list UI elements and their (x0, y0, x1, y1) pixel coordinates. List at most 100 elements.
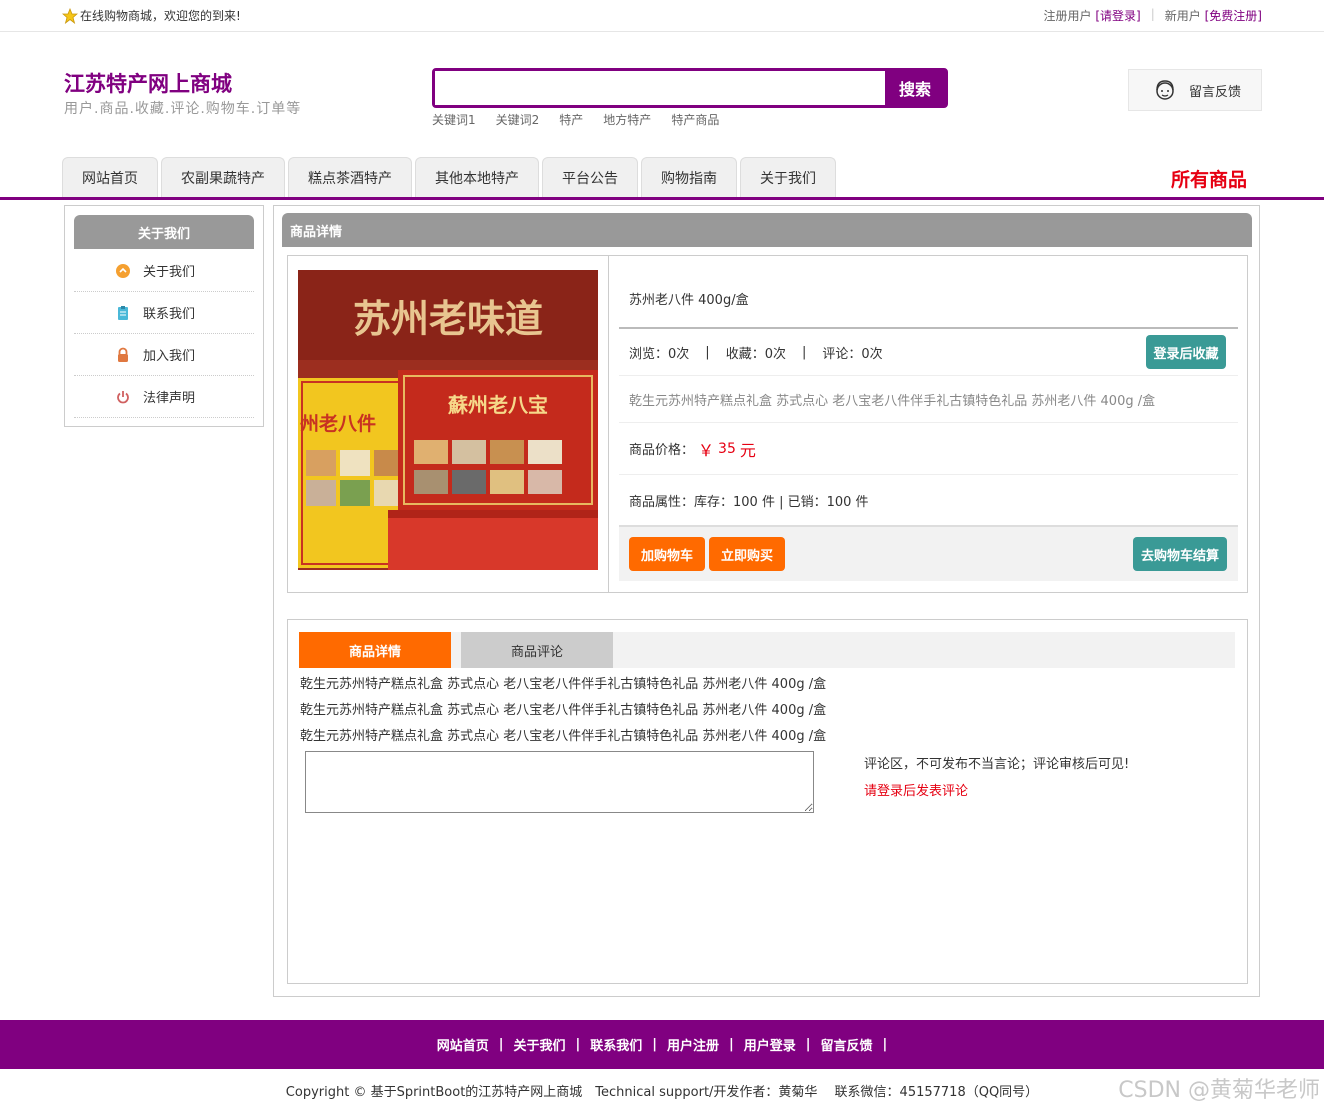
panel-title: 商品详情 (282, 213, 1252, 247)
nav-tab-announcements[interactable]: 平台公告 (542, 157, 638, 197)
new-user-label: 新用户 (1164, 9, 1201, 23)
add-to-cart-button[interactable]: 加购物车 (629, 537, 706, 571)
nav-tab-pastry[interactable]: 糕点茶酒特产 (288, 157, 412, 197)
sidebar-item-label: 加入我们 (143, 349, 196, 364)
sidebar-title: 关于我们 (74, 215, 254, 249)
footer-separator: | (729, 1037, 734, 1052)
image-headline: 苏州老味道 (353, 296, 543, 341)
footer-link-contact[interactable]: 联系我们 (590, 1035, 642, 1054)
sidebar-item-legal[interactable]: 法律声明 (74, 376, 254, 418)
customer-service-icon (1156, 80, 1174, 100)
column-divider (608, 256, 609, 592)
comments-label: 评论： (822, 346, 862, 362)
search-input[interactable] (435, 71, 885, 105)
image-box-label-2: 蘇州老八宝 (447, 393, 548, 417)
feedback-label: 留言反馈 (1189, 84, 1242, 100)
all-goods-link[interactable]: 所有商品 (1171, 165, 1247, 192)
footer-link-register[interactable]: 用户注册 (667, 1035, 719, 1054)
nav-tab-other[interactable]: 其他本地特产 (415, 157, 539, 197)
product-name: 苏州老八件 400g/盒 (629, 292, 749, 308)
checkout-button[interactable]: 去购物车结算 (1133, 537, 1227, 571)
keyword-link[interactable]: 关键词2 (496, 111, 540, 128)
power-icon (117, 390, 129, 403)
product-actions-row: 加购物车 立即购买 去购物车结算 (619, 525, 1238, 581)
favorites-count: 0次 (764, 346, 786, 362)
site-title[interactable]: 江苏特产网上商城 (64, 68, 232, 98)
footer-separator: | (575, 1037, 581, 1052)
sidebar-item-label: 关于我们 (143, 265, 196, 280)
keyword-link[interactable]: 关键词1 (432, 111, 476, 128)
views-label: 浏览： (629, 346, 669, 362)
top-separator: | (1150, 7, 1155, 21)
product-price-row: 商品价格： ￥ 35 元 (619, 422, 1238, 474)
main-content: 商品详情 苏州老味道 州老八件 蘇州老八宝 苏州老八件 400g/盒 浏览： 0… (273, 205, 1260, 997)
hot-keywords: 关键词1 关键词2 特产 地方特产 特产商品 (432, 111, 719, 128)
welcome-message: 在线购物商城，欢迎您的到来! (62, 7, 241, 24)
lock-icon (118, 347, 128, 362)
info-icon (116, 263, 130, 278)
signup-link[interactable]: [免费注册] (1205, 9, 1262, 23)
sidebar-item-about[interactable]: 关于我们 (74, 250, 254, 292)
feedback-button[interactable]: 留言反馈 (1128, 69, 1262, 111)
site-subtitle: 用户.商品.收藏.评论.购物车.订单等 (64, 101, 302, 117)
keyword-link[interactable]: 特产商品 (671, 111, 719, 128)
watermark: CSDN @黄菊华老师 (1118, 1078, 1320, 1103)
new-user-group: 新用户 [免费注册] (1165, 7, 1262, 24)
welcome-text: 在线购物商城，欢迎您的到来! (80, 9, 241, 23)
comment-notice: 评论区，不可发布不当言论；评论审核后可见! (864, 757, 1130, 772)
footer-links: 网站首页 | 关于我们 | 联系我们 | 用户注册 | 用户登录 | 留言反馈 | (0, 1020, 1324, 1069)
star-icon (62, 7, 78, 24)
footer-link-login[interactable]: 用户登录 (744, 1035, 796, 1054)
nav-tab-about[interactable]: 关于我们 (740, 157, 836, 197)
keyword-link[interactable]: 特产 (559, 111, 583, 128)
stock-sales-text: 库存：100 件 | 已销：100 件 (694, 495, 869, 510)
price-value: 35 (718, 440, 736, 457)
tab-product-details[interactable]: 商品详情 (299, 632, 451, 668)
nav-tab-home[interactable]: 网站首页 (62, 157, 158, 197)
sidebar-item-contact[interactable]: 联系我们 (74, 292, 254, 334)
attributes-label: 商品属性： (629, 495, 695, 510)
buy-now-button[interactable]: 立即购买 (709, 537, 786, 571)
footer-separator: | (805, 1037, 811, 1052)
product-name-row: 苏州老八件 400g/盒 (619, 278, 1238, 318)
sidebar-item-join[interactable]: 加入我们 (74, 334, 254, 376)
product-stats-row: 浏览： 0次 | 收藏： 0次 | 评论： 0次 登录后收藏 (619, 327, 1238, 375)
login-link[interactable]: [请登录] (1095, 9, 1140, 23)
search-bar: 搜索 (432, 68, 948, 108)
main-nav: 网站首页 农副果蔬特产 糕点茶酒特产 其他本地特产 平台公告 购物指南 关于我们… (0, 157, 1324, 200)
comment-login-link[interactable]: 请登录后发表评论 (864, 780, 968, 799)
footer-link-feedback[interactable]: 留言反馈 (821, 1035, 873, 1054)
price-unit: 元 (739, 440, 756, 460)
favorite-button[interactable]: 登录后收藏 (1146, 335, 1226, 369)
stats-separator: | (705, 344, 710, 360)
product-attributes-row: 商品属性： 库存：100 件 | 已销：100 件 (619, 474, 1238, 526)
nav-tab-guide[interactable]: 购物指南 (641, 157, 737, 197)
detail-tabs: 商品详情 商品评论 (299, 632, 1235, 668)
keyword-link[interactable]: 地方特产 (603, 111, 651, 128)
price-label: 商品价格： (629, 443, 695, 458)
product-description-row: 乾生元苏州特产糕点礼盒 苏式点心 老八宝老八件伴手礼古镇特色礼品 苏州老八件 4… (619, 375, 1238, 422)
sidebar: 关于我们 关于我们 联系我们 加入我们 法律声明 (64, 205, 264, 427)
footer-separator: | (882, 1037, 888, 1052)
top-bar: 在线购物商城，欢迎您的到来! 注册用户 [请登录] | 新用户 [免费注册] (0, 0, 1324, 32)
footer-separator: | (498, 1037, 504, 1052)
product-photo-illustration: 苏州老味道 州老八件 蘇州老八宝 (298, 270, 598, 570)
sidebar-item-label: 法律声明 (143, 391, 196, 406)
footer-separator: | (652, 1037, 657, 1052)
detail-text-line: 乾生元苏州特产糕点礼盒 苏式点心 老八宝老八件伴手礼古镇特色礼品 苏州老八件 4… (300, 729, 827, 744)
product-image: 苏州老味道 州老八件 蘇州老八宝 (298, 270, 598, 570)
image-box-label-1: 州老八件 (300, 412, 376, 435)
nav-tab-produce[interactable]: 农副果蔬特产 (161, 157, 285, 197)
register-user-label: 注册用户 (1043, 9, 1092, 23)
sidebar-item-label: 联系我们 (143, 307, 196, 322)
detail-text-line: 乾生元苏州特产糕点礼盒 苏式点心 老八宝老八件伴手礼古镇特色礼品 苏州老八件 4… (300, 677, 827, 692)
tab-product-reviews[interactable]: 商品评论 (461, 632, 613, 668)
footer-link-home[interactable]: 网站首页 (437, 1035, 489, 1054)
search-button[interactable]: 搜索 (885, 71, 945, 105)
comments-count: 0次 (861, 346, 883, 362)
register-user-group: 注册用户 [请登录] (1044, 7, 1141, 24)
comment-textarea[interactable] (305, 751, 814, 813)
footer-link-about[interactable]: 关于我们 (513, 1035, 565, 1054)
stats-separator: | (801, 344, 807, 360)
clipboard-icon (118, 305, 128, 320)
